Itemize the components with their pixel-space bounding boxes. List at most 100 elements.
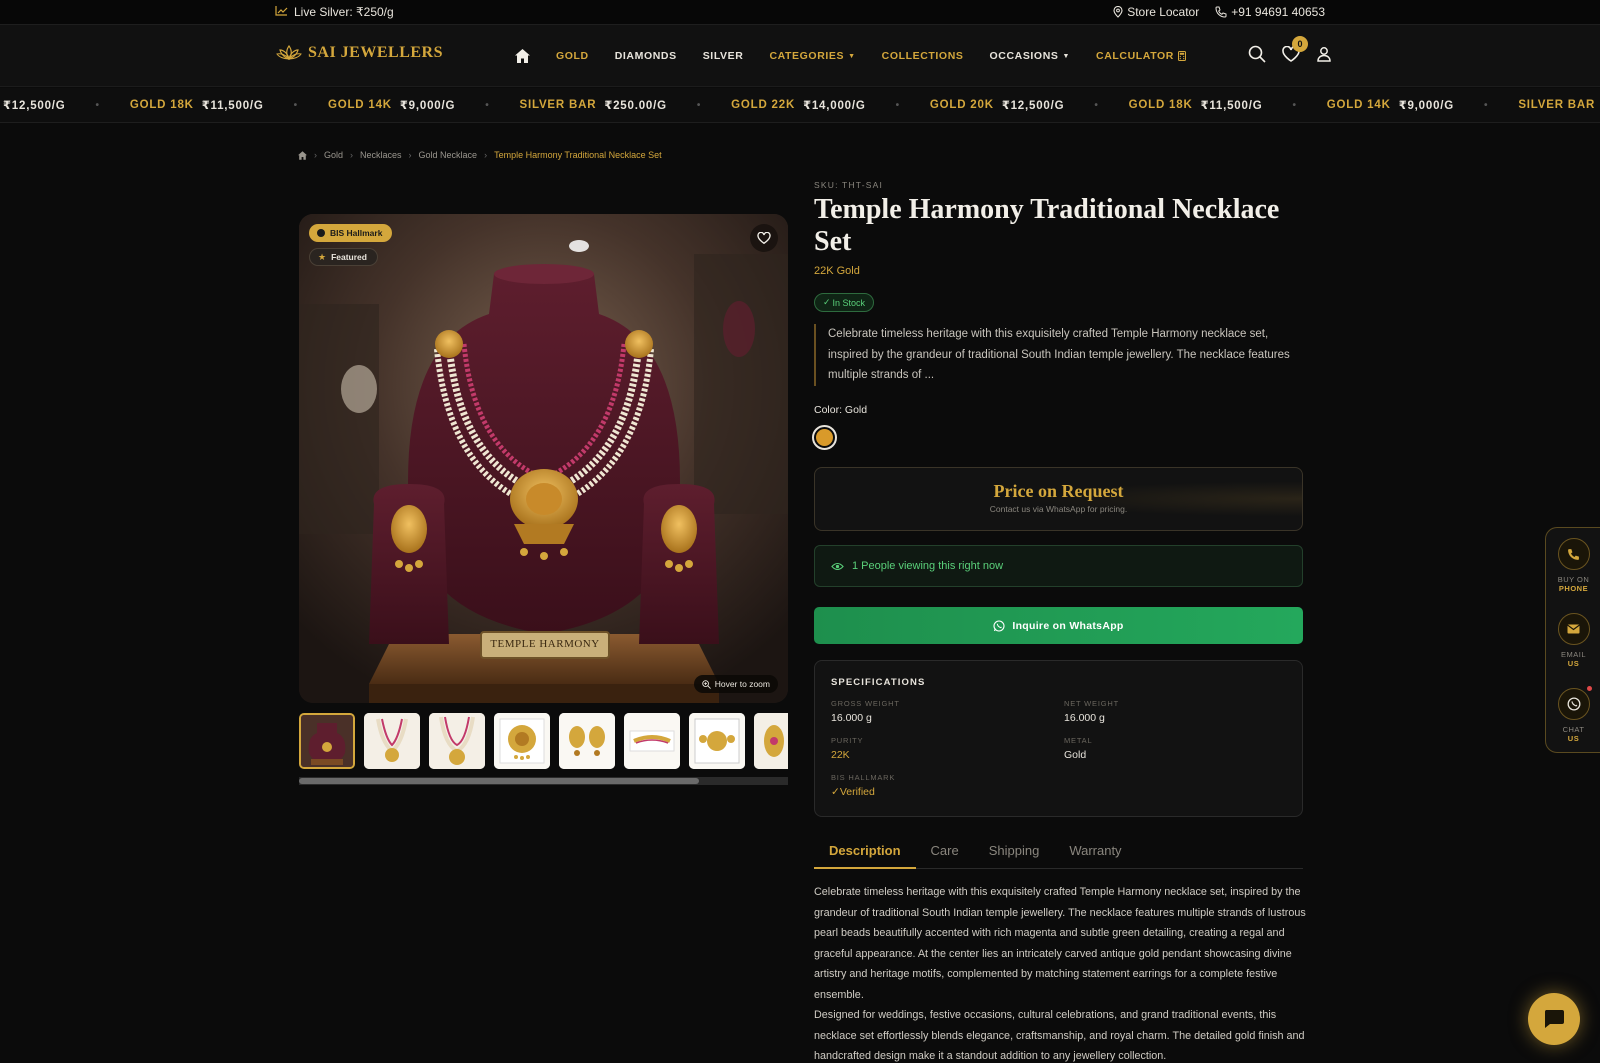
thumbnail-scrollbar[interactable]: [299, 777, 788, 785]
tab-description[interactable]: Description: [814, 833, 916, 869]
nav-calculator-label: CALCULATOR: [1096, 50, 1174, 62]
thumbnail-8[interactable]: [754, 713, 788, 769]
ticker-item: GOLD 22K ₹14,000/G: [731, 98, 865, 112]
color-label: Color: Gold: [814, 404, 868, 416]
wishlist-toggle-button[interactable]: [750, 224, 778, 252]
color-swatch-gold[interactable]: [812, 425, 837, 450]
breadcrumb-gold-necklace[interactable]: Gold Necklace: [419, 150, 478, 160]
hover-zoom-hint: Hover to zoom: [693, 675, 778, 693]
inquire-whatsapp-button[interactable]: Inquire on WhatsApp: [814, 607, 1303, 644]
nav-categories[interactable]: CATEGORIES ▼: [769, 50, 855, 62]
viewers-text: 1 People viewing this right now: [852, 560, 1004, 572]
nav-collections[interactable]: COLLECTIONS: [882, 50, 964, 62]
ticker-rate: ₹12,500/G: [1001, 100, 1065, 112]
thumbnail-image: [364, 713, 420, 769]
thumbnail-6[interactable]: [624, 713, 680, 769]
nav-calculator[interactable]: CALCULATOR: [1096, 50, 1186, 62]
tab-care[interactable]: Care: [916, 833, 974, 869]
lotus-icon: [276, 44, 302, 61]
thumbnail-7[interactable]: [689, 713, 745, 769]
tab-warranty[interactable]: Warranty: [1054, 833, 1136, 869]
thumbnail-image: [559, 713, 615, 769]
thumbnail-2[interactable]: [364, 713, 420, 769]
description-paragraph: Celebrate timeless heritage with this ex…: [814, 886, 1306, 1001]
zoom-in-icon: [701, 679, 711, 689]
spec-value: 16.000 g: [831, 712, 872, 724]
ticker-rate: ₹12,500/G: [3, 100, 66, 112]
email-label-line2: US: [1567, 659, 1580, 668]
chat-label-line2: US: [1567, 734, 1580, 743]
mail-icon: [1557, 613, 1590, 645]
floating-contact-bar: BUY ON PHONE EMAIL US CHAT US: [1545, 527, 1600, 753]
search-button[interactable]: [1248, 45, 1266, 68]
ticker-metal-name: SILVER BAR: [519, 99, 597, 111]
email-us-button[interactable]: EMAIL US: [1546, 613, 1600, 668]
thumbnail-5[interactable]: [559, 713, 615, 769]
buy-on-phone-label: BUY ON PHONE: [1546, 575, 1600, 593]
live-rate: Live Silver: ₹250/g: [275, 5, 394, 19]
whatsapp-button-label: Inquire on WhatsApp: [1012, 619, 1124, 632]
ticker-metal-name: GOLD 14K: [327, 99, 392, 111]
spec-metal: METAL Gold: [1064, 736, 1092, 761]
caret-down-icon: ▼: [1062, 52, 1071, 60]
breadcrumb: › Gold › Necklaces › Gold Necklace › Tem…: [298, 150, 662, 160]
nav-menu: GOLD DIAMONDS SILVER CATEGORIES ▼ COLLEC…: [515, 49, 1186, 63]
nav-occasions-label: OCCASIONS: [989, 50, 1059, 62]
spec-value: ✓Verified: [831, 786, 895, 798]
price-title: Price on Request: [993, 481, 1124, 501]
store-locator-label: Store Locator: [1127, 5, 1200, 19]
product-tabs: Description Care Shipping Warranty: [814, 833, 1303, 869]
chat-us-button[interactable]: CHAT US: [1546, 686, 1600, 743]
ticker-item: GOLD 18K ₹11,500/G: [130, 98, 264, 112]
live-chat-button[interactable]: [1528, 993, 1580, 1045]
phone-label-line2: PHONE: [1558, 584, 1589, 593]
brand-logo[interactable]: SAI JEWELLERS: [276, 44, 443, 62]
ticker-item: SILVER BAR ₹250.00/G: [520, 98, 667, 112]
thumbnail-image: [689, 713, 745, 769]
phone-icon: [1557, 538, 1590, 570]
specifications-card: SPECIFICATIONS GROSS WEIGHT 16.000 g NET…: [814, 660, 1303, 817]
wishlist-button[interactable]: 0: [1282, 36, 1308, 67]
phone-icon: [1215, 6, 1227, 18]
ticker-metal-name: GOLD 20K: [929, 99, 994, 111]
home-link[interactable]: [515, 49, 530, 63]
breadcrumb-gold[interactable]: Gold: [324, 150, 343, 160]
nav-silver[interactable]: SILVER: [703, 50, 744, 62]
ticker-rate: ₹9,000/G: [1398, 100, 1455, 112]
thumbnail-scrollbar-thumb[interactable]: [299, 778, 699, 784]
star-icon: ★: [318, 251, 327, 262]
calculator-icon: [1177, 51, 1186, 61]
thumbnail-image: [754, 713, 788, 769]
spec-purity: PURITY 22K: [831, 736, 863, 761]
phone-link[interactable]: +91 94691 40653: [1215, 5, 1325, 19]
store-locator-link[interactable]: Store Locator: [1113, 5, 1199, 19]
breadcrumb-necklaces[interactable]: Necklaces: [360, 150, 402, 160]
buy-on-phone-button[interactable]: BUY ON PHONE: [1546, 538, 1600, 593]
featured-label: Featured: [331, 252, 367, 262]
featured-badge: ★ Featured: [309, 248, 378, 266]
account-button[interactable]: [1316, 46, 1332, 67]
chat-us-label: CHAT US: [1546, 725, 1600, 743]
product-title: Temple Harmony Traditional Necklace Set: [814, 194, 1280, 257]
home-icon[interactable]: [298, 150, 307, 160]
spec-label: BIS HALLMARK: [831, 773, 896, 782]
thumbnail-1[interactable]: [299, 713, 355, 769]
nav-diamonds[interactable]: DIAMONDS: [615, 50, 677, 62]
chat-label-line1: CHAT: [1562, 725, 1585, 734]
thumbnail-3[interactable]: [429, 713, 485, 769]
thumbnail-4[interactable]: [494, 713, 550, 769]
tab-shipping[interactable]: Shipping: [974, 833, 1055, 869]
notification-dot: [1586, 686, 1592, 691]
ticker-rate: ₹14,000/G: [803, 100, 866, 112]
ticker-track: ₹12,500/G • GOLD 18K ₹11,500/G • GOLD 14K ₹9,0…: [3, 98, 1600, 112]
ticker-metal-name: SILVER BAR: [1518, 99, 1596, 111]
description-panel: Celebrate timeless heritage with this ex…: [814, 882, 1306, 1063]
main-nav: SAI JEWELLERS GOLD DIAMONDS SILVER CATEG…: [0, 24, 1600, 87]
nav-occasions[interactable]: OCCASIONS ▼: [990, 50, 1071, 62]
product-main-image[interactable]: TEMPLE HARMONY BIS Hallmark ★ Featured H…: [299, 214, 788, 703]
chat-bubble-icon: [1544, 1010, 1564, 1028]
nav-gold[interactable]: GOLD: [556, 50, 589, 62]
description-paragraph: Designed for weddings, festive occasions…: [814, 1009, 1305, 1062]
ticker-separator-dot: •: [95, 99, 100, 111]
product-sku: SKU: THT-SAI: [814, 180, 884, 190]
